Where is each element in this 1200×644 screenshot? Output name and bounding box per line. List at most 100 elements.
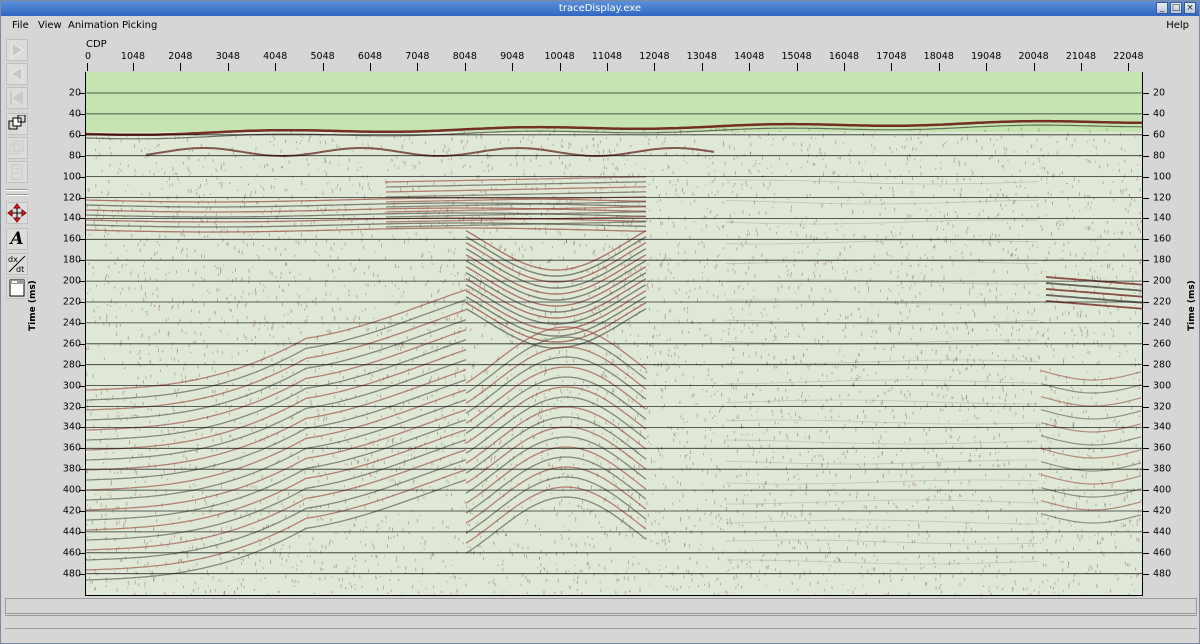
window-title: traceDisplay.exe [558, 3, 642, 14]
y-tick-label: 40 [68, 108, 81, 120]
application-window: traceDisplay.exe _ □ × File View Animati… [0, 0, 1200, 644]
menu-animation[interactable]: Animation [68, 20, 119, 31]
close-icon[interactable]: × [1184, 2, 1196, 14]
menu-view[interactable]: View [38, 20, 62, 31]
y-tick-label: 340 [62, 421, 81, 433]
text-tool-icon[interactable]: A [6, 228, 28, 250]
menu-picking[interactable]: Picking [122, 20, 157, 31]
minimize-icon[interactable]: _ [1156, 2, 1168, 14]
step-back-icon[interactable] [6, 87, 28, 109]
seismic-section[interactable] [85, 72, 1143, 596]
y-tick [1143, 469, 1149, 471]
x-tick-label: 7048 [405, 51, 430, 62]
y-tick [1143, 260, 1149, 262]
window-icon[interactable] [6, 277, 28, 299]
y-tick-label: 140 [1153, 212, 1172, 224]
x-tick-label: 20048 [1018, 51, 1049, 62]
y-tick-label: 120 [1153, 192, 1172, 203]
x-tick-label: 19048 [971, 51, 1002, 62]
toolbar-separator [6, 194, 28, 196]
x-tick [1033, 63, 1035, 71]
page-icon[interactable] [6, 161, 28, 183]
y-tick [1143, 322, 1149, 324]
x-tick [227, 63, 229, 71]
y-tick [1143, 134, 1149, 136]
menu-bar: File View Animation Picking Help [1, 17, 1199, 35]
x-tick-label: 9048 [500, 51, 525, 62]
x-tick-label: 1048 [120, 51, 146, 62]
x-tick-label: 14048 [734, 51, 765, 62]
x-tick [559, 63, 561, 71]
play-back-icon[interactable] [6, 63, 28, 85]
y-tick-label: 20 [68, 87, 81, 99]
x-tick [180, 63, 182, 71]
status-bar-secondary [5, 615, 1197, 627]
y-tick-label: 440 [62, 526, 81, 538]
x-tick [654, 63, 656, 71]
y-tick-label: 220 [62, 296, 81, 308]
y-tick [1143, 281, 1149, 283]
svg-text:dt: dt [16, 265, 24, 274]
y-tick-label: 220 [1153, 296, 1172, 308]
menu-file[interactable]: File [12, 20, 29, 31]
y-tick-label: 280 [1153, 359, 1172, 371]
maximize-icon[interactable]: □ [1170, 2, 1182, 14]
x-tick [891, 63, 893, 71]
menu-help[interactable]: Help [1166, 20, 1189, 31]
y-axis-label-right: Time (ms) [1187, 280, 1197, 331]
y-tick-label: 80 [68, 150, 81, 162]
time-grid [86, 92, 1142, 575]
x-tick-label: 2048 [168, 51, 193, 62]
y-tick-label: 60 [68, 129, 81, 141]
y-tick [1143, 531, 1149, 533]
x-tick [1128, 63, 1130, 71]
y-tick-label: 240 [1153, 317, 1172, 329]
y-tick [1143, 490, 1149, 492]
seismic-traces [86, 72, 1142, 595]
y-tick-label: 40 [1153, 108, 1166, 120]
y-tick-label: 380 [62, 463, 81, 475]
x-tick-label: 16048 [828, 51, 860, 62]
y-tick-label: 320 [62, 401, 81, 412]
tool-palette: A dx dt [4, 37, 30, 302]
x-tick-label: 10048 [544, 51, 575, 62]
y-tick-label: 480 [62, 568, 81, 580]
y-tick [1143, 302, 1149, 303]
y-tick-label: 120 [62, 192, 81, 203]
y-tick-label: 460 [62, 547, 81, 559]
y-tick [1143, 197, 1149, 199]
y-tick-label: 20 [1153, 87, 1166, 99]
y-tick [1143, 218, 1149, 220]
y-tick-label: 140 [62, 212, 81, 224]
y-tick [1143, 427, 1149, 429]
play-forward-icon[interactable] [6, 39, 28, 61]
y-tick [1143, 511, 1149, 512]
y-tick-label: 80 [1153, 150, 1166, 162]
y-tick-label: 160 [1153, 233, 1172, 245]
x-tick [701, 63, 703, 71]
x-tick [986, 63, 988, 71]
move-arrows-icon[interactable] [6, 202, 28, 224]
x-tick [607, 63, 608, 71]
y-tick-label: 340 [1153, 421, 1172, 433]
x-tick-label: 3048 [215, 51, 240, 62]
y-tick [1143, 364, 1149, 366]
y-tick-label: 180 [62, 254, 81, 266]
y-tick-label: 100 [62, 171, 81, 183]
y-tick [1143, 113, 1149, 115]
copy-icon[interactable] [6, 137, 28, 159]
x-tick-label: 17048 [876, 51, 907, 62]
y-tick [1143, 406, 1149, 408]
derivative-icon[interactable]: dx dt [6, 253, 28, 275]
x-axis-label: CDP [86, 39, 107, 50]
title-bar: traceDisplay.exe _ □ × [1, 1, 1199, 16]
status-bar-tertiary [5, 628, 1197, 642]
x-tick [370, 63, 371, 71]
y-tick [1143, 385, 1149, 387]
x-tick [512, 63, 514, 71]
y-tick-label: 240 [62, 317, 81, 329]
y-tick-label: 320 [1153, 401, 1172, 412]
x-tick-label: 18048 [923, 51, 954, 62]
y-tick-label: 300 [62, 380, 81, 392]
overlay-icon[interactable] [6, 113, 28, 135]
